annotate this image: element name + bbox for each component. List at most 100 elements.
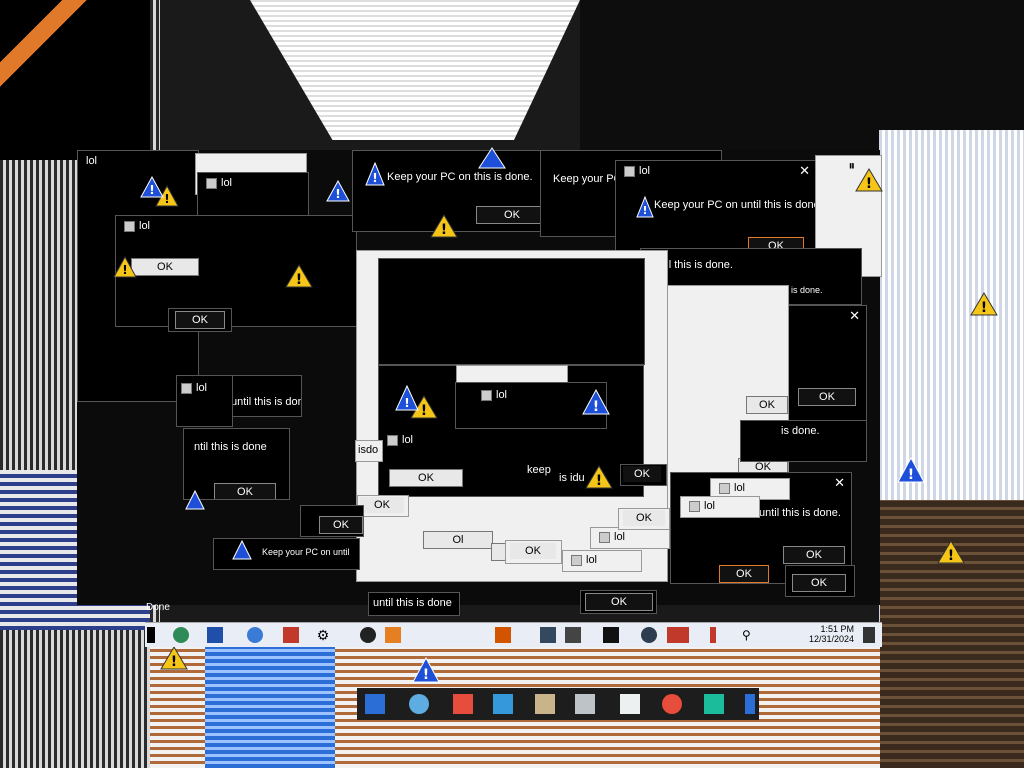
ok-button[interactable]: OK [798,388,856,406]
dialog-title: lol [639,165,651,177]
svg-text:!: ! [164,192,169,206]
app-icon [689,500,700,512]
ok-button[interactable]: OK [719,565,769,583]
info-icon: ! [412,657,440,683]
app-icon[interactable] [662,694,682,714]
close-icon[interactable]: ✕ [799,163,810,179]
dialog-window[interactable]: ✕ OK [785,305,867,427]
app-icon[interactable] [495,627,511,643]
app-icon[interactable] [493,694,513,714]
ok-button[interactable]: OK [131,258,199,276]
ok-button[interactable]: OK [783,546,845,564]
app-icon[interactable] [745,694,755,714]
ok-button[interactable]: OK [792,574,846,592]
svg-text:!: ! [908,467,914,483]
info-icon: ! [395,385,419,411]
notification-icon[interactable] [863,627,875,643]
svg-text:!: ! [596,473,602,489]
app-icon[interactable] [283,627,299,643]
dialog-title: lol [139,220,151,232]
monitor-icon[interactable] [704,694,724,714]
dialog-message: ntil this is done [194,441,267,453]
ok-button[interactable]: OK [476,206,548,224]
dialog-title: lol [402,434,414,446]
dialog-window[interactable]: lol [590,527,670,549]
warning-icon: ! [113,256,137,278]
glitch-dark-top [580,0,1024,150]
app-icon[interactable] [409,694,429,714]
glitch-bottom-blue [205,640,335,768]
svg-text:!: ! [948,548,954,564]
dialog-window[interactable]: lol [680,496,760,518]
svg-text:!: ! [372,171,377,185]
dialog-fragment[interactable]: OK [618,508,670,530]
ok-button[interactable]: OK [319,516,363,534]
printer-icon[interactable] [540,627,556,643]
app-icon [719,482,730,494]
globe-icon[interactable] [173,627,189,643]
tray-icon[interactable] [710,627,716,643]
ok-button[interactable]: Ol [423,531,493,549]
app-icon[interactable] [641,627,657,643]
dialog-message: Keep your PC on until [262,547,350,557]
ok-button[interactable]: OK [510,543,556,559]
dialog-window[interactable]: until this is done [230,375,302,417]
dialog-title: lol [221,177,233,189]
dialog-window[interactable]: lol OK [115,215,357,327]
dialog-fragment[interactable]: OK [357,495,409,517]
ok-button[interactable]: OK [746,396,788,414]
dialog-window[interactable]: OK [785,565,855,597]
dialog-window[interactable] [378,258,645,365]
app-icon[interactable] [603,627,619,643]
dialog-title: lol [86,155,98,167]
ok-button[interactable]: OK [389,469,463,487]
dialog-window[interactable]: is done. [740,420,867,462]
ok-button[interactable]: OK [360,497,404,513]
app-icon [624,165,635,177]
clock-time: 1:51 PM [820,624,854,634]
ok-button[interactable]: OK [175,311,225,329]
dialog-fragment[interactable]: OK [300,505,364,537]
dialog-window[interactable]: lol [176,375,233,427]
dialog-message: is idu [559,472,585,484]
info-icon [478,147,506,169]
browser-icon[interactable] [247,627,263,643]
app-icon [387,434,398,446]
ok-button[interactable]: OK [214,483,276,499]
warning-icon: ! [855,168,883,192]
app-icon[interactable] [565,627,581,643]
dialog-fragment[interactable]: OK [505,540,562,564]
drive-icon[interactable] [535,694,555,714]
svg-text:!: ! [642,204,647,217]
app-icon [571,554,582,566]
close-icon[interactable]: ✕ [849,308,860,324]
printer-icon[interactable] [575,694,595,714]
window-icon[interactable] [365,694,385,714]
warning-icon: ! [585,465,613,489]
start-icon[interactable] [147,627,155,643]
gear-icon[interactable]: ⚙ [315,627,331,643]
search-icon[interactable]: ⚲ [742,627,758,643]
app-icon[interactable] [667,627,689,643]
dialog-window[interactable]: until this is done [368,592,460,616]
network-icon[interactable] [620,694,640,714]
warning-icon: ! [430,214,458,238]
info-icon [185,490,205,510]
app-icon[interactable] [207,627,223,643]
svg-text:!: ! [421,403,427,419]
dialog-window[interactable]: OK [580,590,657,614]
app-icon[interactable] [453,694,473,714]
close-icon[interactable]: ✕ [834,475,845,491]
glitch-orange-band [0,0,150,160]
dialog-title: lol [614,531,626,543]
folder-icon[interactable] [385,627,401,643]
dialog-title: lol [586,554,598,566]
tray-clock[interactable]: 1:51 PM 12/31/2024 [809,624,854,644]
ok-button[interactable]: OK [623,466,661,482]
dialog-fragment[interactable]: OK [168,308,232,332]
dialog-fragment[interactable]: OK [620,464,667,486]
dialog-window[interactable]: lol [562,550,642,572]
app-icon[interactable] [360,627,376,643]
ok-button[interactable]: OK [585,593,653,611]
ok-button[interactable]: OK [623,510,665,526]
